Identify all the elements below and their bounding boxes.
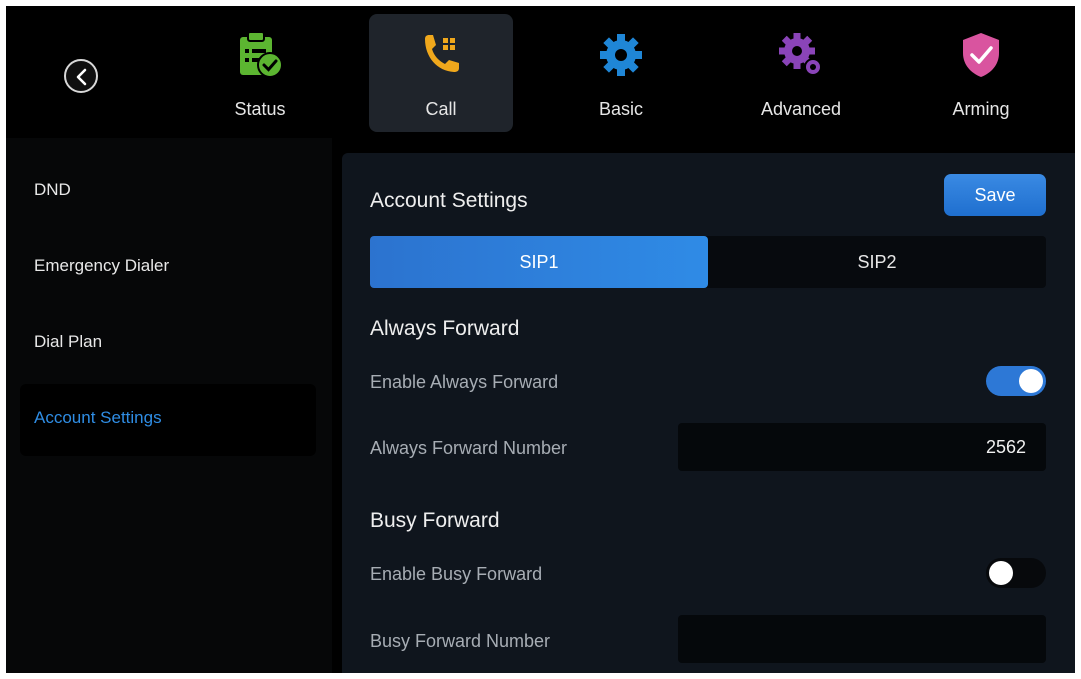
nav-call[interactable]: Call bbox=[369, 14, 513, 132]
busy-forward-title: Busy Forward bbox=[370, 509, 500, 532]
toggle-knob bbox=[989, 561, 1013, 585]
basic-gear-icon bbox=[600, 34, 642, 76]
back-button[interactable] bbox=[64, 59, 98, 93]
status-clipboard-check-icon bbox=[240, 31, 283, 78]
always-forward-number-field[interactable]: 2562 bbox=[678, 423, 1046, 471]
call-phone-keypad-icon bbox=[425, 35, 459, 72]
tab-sip1[interactable]: SIP1 bbox=[370, 236, 708, 288]
side-item-label: Account Settings bbox=[34, 408, 162, 427]
device-screen: Status Call Basic Advanced Arming DND Em… bbox=[6, 6, 1075, 673]
nav-arming-label: Arming bbox=[952, 99, 1010, 119]
enable-busy-forward-toggle[interactable] bbox=[986, 558, 1046, 588]
nav-basic[interactable]: Basic bbox=[549, 14, 693, 132]
busy-forward-number-field[interactable] bbox=[678, 615, 1046, 663]
top-nav-bar: Status Call Basic Advanced Arming bbox=[6, 6, 1075, 138]
toggle-knob bbox=[1019, 369, 1043, 393]
side-item-dnd[interactable]: DND bbox=[20, 156, 316, 228]
nav-advanced[interactable]: Advanced bbox=[729, 14, 873, 132]
nav-status-label: Status bbox=[234, 99, 286, 119]
side-item-label: Emergency Dialer bbox=[34, 256, 170, 275]
nav-status[interactable]: Status bbox=[188, 14, 332, 132]
nav-call-label: Call bbox=[425, 99, 457, 119]
side-menu: DND Emergency Dialer Dial Plan Account S… bbox=[6, 138, 332, 673]
always-forward-title: Always Forward bbox=[370, 317, 520, 340]
nav-basic-label: Basic bbox=[598, 99, 643, 119]
busy-forward-number-label: Busy Forward Number bbox=[370, 631, 551, 651]
side-item-emergency-dialer[interactable]: Emergency Dialer bbox=[20, 232, 316, 304]
chevron-left-icon bbox=[76, 68, 87, 86]
always-forward-number-value: 2562 bbox=[985, 437, 1026, 457]
enable-busy-forward-label: Enable Busy Forward bbox=[370, 564, 543, 584]
arming-shield-icon bbox=[963, 33, 999, 77]
enable-always-forward-label: Enable Always Forward bbox=[370, 372, 559, 392]
panel-title: Account Settings bbox=[370, 189, 528, 212]
account-settings-panel: Account Settings Save SIP1 SIP2 Always F… bbox=[342, 153, 1075, 673]
always-forward-number-label: Always Forward Number bbox=[370, 438, 568, 458]
sip-account-tabs: SIP1 SIP2 bbox=[370, 236, 1046, 288]
enable-always-forward-toggle[interactable] bbox=[986, 366, 1046, 396]
save-button[interactable]: Save bbox=[944, 174, 1046, 216]
tab-sip2[interactable]: SIP2 bbox=[708, 236, 1046, 288]
nav-advanced-label: Advanced bbox=[760, 99, 842, 119]
side-item-label: Dial Plan bbox=[34, 332, 103, 351]
side-item-label: DND bbox=[34, 180, 71, 199]
nav-arming[interactable]: Arming bbox=[909, 14, 1053, 132]
advanced-gears-icon bbox=[779, 33, 822, 76]
side-item-account-settings[interactable]: Account Settings bbox=[20, 384, 316, 456]
side-item-dial-plan[interactable]: Dial Plan bbox=[20, 308, 316, 380]
